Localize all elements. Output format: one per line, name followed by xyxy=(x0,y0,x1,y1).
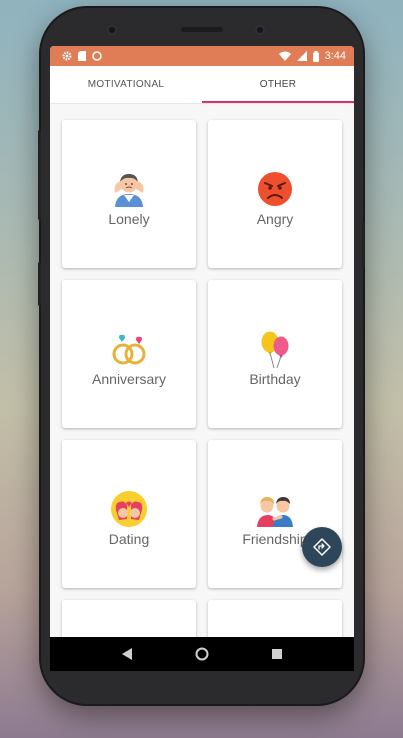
category-label: Anniversary xyxy=(92,371,166,387)
angry-face-icon xyxy=(255,169,295,209)
power-button xyxy=(362,222,365,268)
sensor-icon xyxy=(254,24,266,36)
category-card-partial[interactable] xyxy=(208,600,342,637)
lonely-person-icon xyxy=(109,169,149,209)
couple-face-icon xyxy=(109,489,149,529)
battery-icon xyxy=(312,50,319,62)
balloons-icon xyxy=(255,329,295,369)
status-bar: 3:44 xyxy=(50,46,354,66)
category-card-partial[interactable] xyxy=(62,600,196,637)
tab-other[interactable]: OTHER xyxy=(202,66,354,103)
volume-button xyxy=(38,130,41,220)
side-button xyxy=(38,262,41,306)
sim-icon xyxy=(78,51,86,61)
category-label: Angry xyxy=(256,211,294,227)
category-card-anniversary[interactable]: Anniversary xyxy=(62,280,196,428)
category-card-dating[interactable]: Dating xyxy=(62,440,196,588)
speaker-grille xyxy=(181,27,223,32)
rings-icon xyxy=(109,329,149,369)
category-label: Birthday xyxy=(249,371,301,387)
nav-recents-button[interactable] xyxy=(267,644,287,664)
direction-fab[interactable] xyxy=(302,527,342,567)
category-label: Dating xyxy=(108,531,150,547)
category-label: Lonely xyxy=(108,211,150,227)
app-screen: 3:44 MOTIVATIONAL OTHER Lonely Angry Ann… xyxy=(50,46,354,671)
category-grid: Lonely Angry Anniversary Birthday Dating… xyxy=(62,120,342,637)
category-list[interactable]: Lonely Angry Anniversary Birthday Dating… xyxy=(50,104,354,637)
category-card-angry[interactable]: Angry xyxy=(208,120,342,268)
wifi-icon xyxy=(278,51,291,61)
gear-icon xyxy=(62,51,72,61)
friends-icon xyxy=(255,489,295,529)
status-time: 3:44 xyxy=(324,50,346,62)
category-label: Friendship xyxy=(242,531,308,547)
category-card-birthday[interactable]: Birthday xyxy=(208,280,342,428)
recents-icon xyxy=(271,649,282,659)
home-icon xyxy=(195,647,209,661)
back-icon xyxy=(122,648,133,660)
circle-icon xyxy=(92,51,102,61)
tab-motivational[interactable]: MOTIVATIONAL xyxy=(50,66,202,103)
diamond-direction-icon xyxy=(313,538,331,556)
nav-home-button[interactable] xyxy=(192,644,212,664)
system-navigation-bar xyxy=(50,637,354,671)
nav-back-button[interactable] xyxy=(117,644,137,664)
tab-indicator xyxy=(202,101,354,103)
tab-bar: MOTIVATIONAL OTHER xyxy=(50,66,354,104)
category-card-lonely[interactable]: Lonely xyxy=(62,120,196,268)
signal-icon xyxy=(296,51,307,61)
front-camera-icon xyxy=(106,24,118,36)
